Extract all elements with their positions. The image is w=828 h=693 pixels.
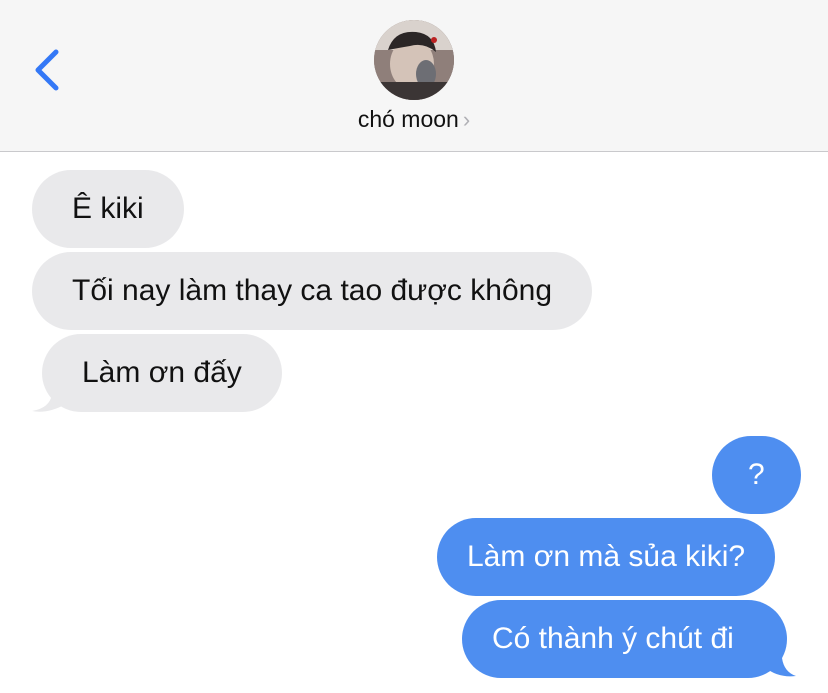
sent-message[interactable]: Làm ơn mà sủa kiki? [437, 518, 776, 596]
message-text: Làm ơn mà sủa kiki? [467, 540, 746, 573]
sent-bubble-tail [766, 644, 796, 677]
chevron-left-icon [35, 49, 59, 91]
back-button[interactable] [30, 44, 70, 96]
received-message[interactable]: Ê kiki [32, 170, 184, 248]
received-message[interactable]: Tối nay làm thay ca tao được không [32, 252, 592, 330]
contact-name-button[interactable]: chó moon › [0, 106, 828, 133]
chevron-right-icon: › [462, 107, 471, 132]
message-text: ? [748, 458, 765, 491]
contact-avatar[interactable] [374, 20, 454, 100]
received-message[interactable]: Làm ơn đấy [42, 334, 282, 412]
sent-message[interactable]: ? [712, 436, 801, 514]
conversation-header: chó moon › [0, 0, 828, 152]
message-text: Tối nay làm thay ca tao được không [72, 274, 552, 307]
avatar-photo [374, 20, 454, 100]
sent-message[interactable]: Có thành ý chút đi [462, 600, 787, 678]
received-bubble-tail [32, 380, 66, 412]
message-text: Làm ơn đấy [82, 356, 242, 389]
message-text: Ê kiki [72, 192, 144, 225]
message-text: Có thành ý chút đi [492, 622, 734, 655]
contact-name: chó moon [357, 106, 459, 132]
